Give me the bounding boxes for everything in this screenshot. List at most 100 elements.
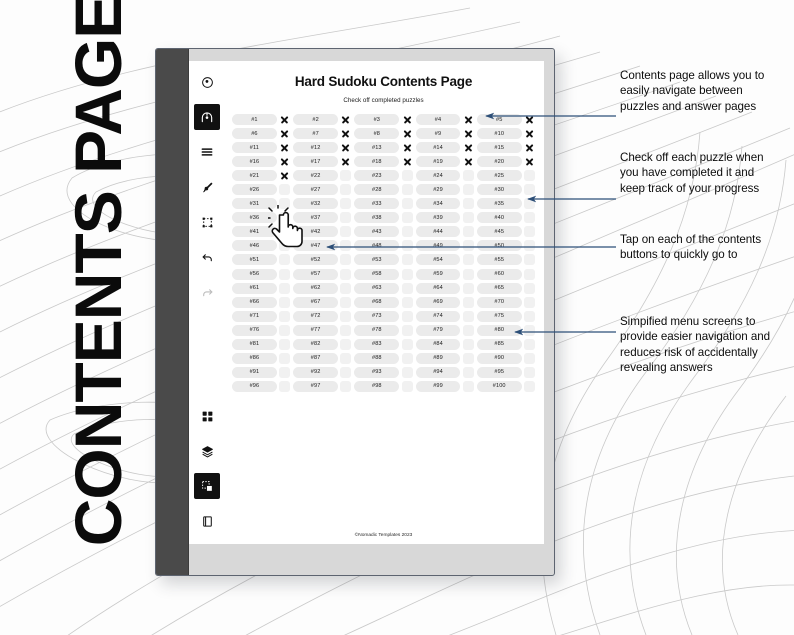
puzzle-button[interactable]: #2 (293, 114, 339, 125)
puzzle-button[interactable]: #72 (293, 310, 339, 322)
checkbox-empty[interactable] (340, 352, 352, 364)
puzzle-button[interactable]: #33 (354, 198, 400, 210)
puzzle-button[interactable]: #6 (232, 128, 277, 140)
puzzle-button[interactable]: #97 (293, 380, 339, 392)
puzzle-button[interactable]: #25 (476, 170, 522, 182)
puzzle-button[interactable]: #74 (415, 310, 461, 322)
puzzle-button[interactable]: #14 (415, 142, 461, 154)
checkbox-empty[interactable] (340, 240, 352, 252)
checkbox-empty[interactable] (524, 310, 536, 322)
checkbox-checked[interactable] (402, 114, 413, 125)
checkbox-empty[interactable] (401, 296, 413, 308)
puzzle-button[interactable]: #44 (415, 226, 461, 238)
checkbox-empty[interactable] (340, 170, 352, 182)
checkbox-checked[interactable] (463, 128, 474, 139)
checkbox-empty[interactable] (279, 310, 291, 322)
checkbox-empty[interactable] (462, 240, 474, 252)
puzzle-button[interactable]: #45 (476, 226, 522, 238)
checkbox-empty[interactable] (462, 366, 474, 378)
checkbox-empty[interactable] (524, 198, 536, 210)
checkbox-checked[interactable] (340, 142, 351, 153)
checkbox-empty[interactable] (401, 380, 413, 392)
checkbox-empty[interactable] (462, 380, 474, 392)
puzzle-button[interactable]: #52 (293, 254, 339, 266)
puzzle-button[interactable]: #12 (293, 142, 339, 154)
puzzle-button[interactable]: #79 (415, 324, 461, 336)
puzzle-button[interactable]: #94 (415, 366, 461, 378)
checkbox-checked[interactable] (402, 128, 413, 139)
puzzle-button[interactable]: #73 (354, 310, 400, 322)
page-icon[interactable] (194, 508, 220, 534)
puzzle-button[interactable]: #89 (415, 352, 461, 364)
puzzle-button[interactable]: #27 (293, 184, 339, 196)
checkbox-checked[interactable] (463, 114, 474, 125)
puzzle-button[interactable]: #13 (354, 142, 400, 154)
pen-icon[interactable] (194, 174, 220, 200)
checkbox-empty[interactable] (340, 212, 352, 224)
checkbox-empty[interactable] (340, 254, 352, 266)
checkbox-checked[interactable] (279, 128, 290, 139)
puzzle-button[interactable]: #82 (293, 338, 339, 350)
checkbox-empty[interactable] (401, 366, 413, 378)
checkbox-empty[interactable] (524, 296, 536, 308)
checkbox-empty[interactable] (524, 352, 536, 364)
puzzle-button[interactable]: #51 (232, 254, 277, 266)
puzzle-button[interactable]: #98 (354, 380, 400, 392)
puzzle-button[interactable]: #80 (476, 324, 522, 336)
checkbox-checked[interactable] (279, 170, 290, 181)
checkbox-empty[interactable] (524, 380, 536, 392)
puzzle-button[interactable]: #22 (293, 170, 339, 182)
checkbox-checked[interactable] (463, 142, 474, 153)
checkbox-empty[interactable] (524, 282, 536, 294)
checkbox-empty[interactable] (340, 296, 352, 308)
puzzle-button[interactable]: #76 (232, 324, 277, 336)
checkbox-checked[interactable] (279, 142, 290, 153)
puzzle-button[interactable]: #53 (354, 254, 400, 266)
checkbox-checked[interactable] (279, 156, 290, 167)
puzzle-button[interactable]: #3 (354, 114, 400, 125)
checkbox-empty[interactable] (401, 212, 413, 224)
puzzle-button[interactable]: #62 (293, 282, 339, 294)
checkbox-empty[interactable] (401, 324, 413, 336)
grid-icon[interactable] (194, 403, 220, 429)
puzzle-button[interactable]: #48 (354, 240, 400, 252)
checkbox-empty[interactable] (279, 380, 291, 392)
checkbox-empty[interactable] (462, 352, 474, 364)
puzzle-button[interactable]: #91 (232, 366, 277, 378)
checkbox-empty[interactable] (340, 282, 352, 294)
puzzle-button[interactable]: #60 (476, 268, 522, 280)
puzzle-button[interactable]: #20 (476, 156, 522, 168)
puzzle-button[interactable]: #23 (354, 170, 400, 182)
checkbox-empty[interactable] (279, 352, 291, 364)
checkbox-empty[interactable] (401, 352, 413, 364)
checkbox-empty[interactable] (524, 240, 536, 252)
checkbox-empty[interactable] (462, 184, 474, 196)
checkbox-checked[interactable] (524, 142, 535, 153)
puzzle-button[interactable]: #87 (293, 352, 339, 364)
checkbox-empty[interactable] (340, 310, 352, 322)
puzzle-button[interactable]: #58 (354, 268, 400, 280)
checkbox-empty[interactable] (524, 324, 536, 336)
checkbox-empty[interactable] (401, 282, 413, 294)
puzzle-button[interactable]: #85 (476, 338, 522, 350)
puzzle-button[interactable]: #7 (293, 128, 339, 140)
puzzle-button[interactable]: #10 (476, 128, 522, 140)
checkbox-empty[interactable] (462, 338, 474, 350)
puzzle-button[interactable]: #39 (415, 212, 461, 224)
checkbox-checked[interactable] (340, 156, 351, 167)
checkbox-empty[interactable] (340, 268, 352, 280)
puzzle-button[interactable]: #38 (354, 212, 400, 224)
puzzle-button[interactable]: #49 (415, 240, 461, 252)
puzzle-button[interactable]: #84 (415, 338, 461, 350)
puzzle-button[interactable]: #83 (354, 338, 400, 350)
puzzle-button[interactable]: #63 (354, 282, 400, 294)
checkbox-empty[interactable] (279, 268, 291, 280)
checkbox-empty[interactable] (462, 310, 474, 322)
checkbox-empty[interactable] (401, 198, 413, 210)
puzzle-button[interactable]: #34 (415, 198, 461, 210)
puzzle-button[interactable]: #56 (232, 268, 277, 280)
puzzle-button[interactable]: #90 (476, 352, 522, 364)
checkbox-checked[interactable] (524, 156, 535, 167)
puzzle-button[interactable]: #54 (415, 254, 461, 266)
checkbox-checked[interactable] (463, 156, 474, 167)
